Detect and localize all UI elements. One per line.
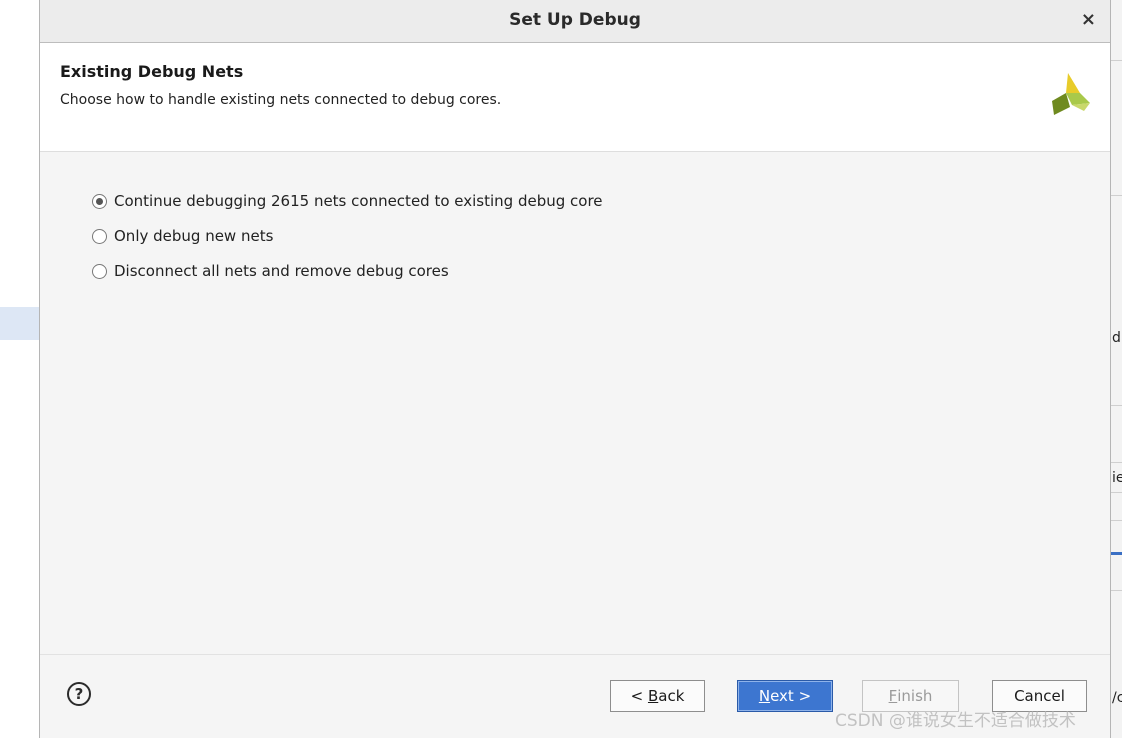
help-icon[interactable]: ?: [67, 682, 91, 706]
watermark: CSDN @谁说女生不适合做技术: [835, 711, 1076, 731]
radio-button-selected[interactable]: [92, 193, 107, 209]
xilinx-logo-icon: [1052, 73, 1090, 115]
close-icon[interactable]: ×: [1081, 9, 1096, 30]
radio-button[interactable]: [92, 263, 107, 279]
background-window-edge: d ie /c: [1111, 0, 1122, 738]
page-subtitle: Choose how to handle existing nets conne…: [60, 92, 502, 108]
option-label: Continue debugging 2615 nets connected t…: [114, 192, 603, 210]
set-up-debug-dialog: Set Up Debug × Existing Debug Nets Choos…: [39, 0, 1111, 738]
background-selection-highlight: [0, 307, 40, 340]
radio-button[interactable]: [92, 228, 107, 244]
page-title: Existing Debug Nets: [60, 62, 244, 81]
back-button[interactable]: < Back: [610, 680, 705, 712]
option-label: Only debug new nets: [114, 227, 274, 245]
option-only-new-nets[interactable]: Only debug new nets: [92, 225, 603, 247]
background-text-fragment: /c: [1112, 690, 1122, 706]
option-label: Disconnect all nets and remove debug cor…: [114, 262, 449, 280]
debug-nets-options: Continue debugging 2615 nets connected t…: [92, 190, 603, 295]
title-bar: Set Up Debug ×: [40, 0, 1110, 43]
option-continue-debugging[interactable]: Continue debugging 2615 nets connected t…: [92, 190, 603, 212]
dialog-title: Set Up Debug: [509, 10, 641, 30]
footer-divider: [40, 654, 1110, 655]
wizard-header: Existing Debug Nets Choose how to handle…: [40, 43, 1110, 152]
next-button[interactable]: Next >: [737, 680, 833, 712]
option-disconnect-all[interactable]: Disconnect all nets and remove debug cor…: [92, 260, 603, 282]
background-text-fragment: d: [1112, 330, 1121, 346]
background-text-fragment: ie: [1112, 470, 1122, 486]
